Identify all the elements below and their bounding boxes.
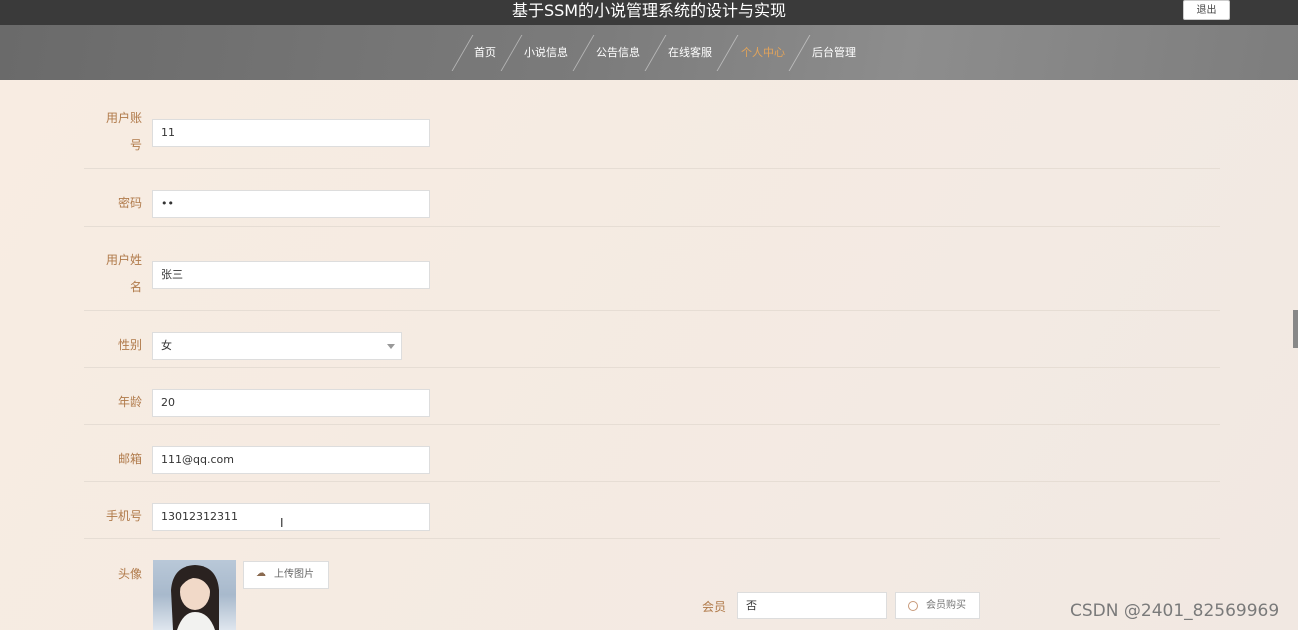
name-input[interactable]: 张三 — [152, 261, 430, 289]
form-row-account: 用户账 号 11 — [84, 100, 1220, 169]
nav-item-personal-center[interactable]: 个人中心 — [741, 25, 785, 80]
form-row-name: 用户姓 名 张三 — [84, 227, 1220, 311]
watermark: CSDN @2401_82569969 — [1070, 601, 1280, 621]
avatar-label: 头像 — [117, 567, 142, 581]
buy-vip-label: 会员购买 — [926, 600, 966, 611]
age-input[interactable]: 20 — [152, 389, 430, 417]
account-label-line2: 号 — [129, 138, 142, 152]
scrollbar-thumb[interactable] — [1293, 310, 1298, 348]
chevron-down-icon — [387, 344, 395, 349]
form-row-email: 邮箱 111@qq.com — [84, 425, 1220, 482]
top-bar: 基于SSM的小说管理系统的设计与实现 退出 — [0, 0, 1298, 25]
form-row-age: 年龄 20 — [84, 368, 1220, 425]
account-label: 用户账 号 — [84, 105, 142, 159]
vip-label: 会员 — [702, 600, 727, 614]
name-label-line1: 用户姓 — [105, 253, 142, 267]
gender-label: 性别 — [117, 338, 142, 352]
nav-item-novels[interactable]: 小说信息 — [524, 25, 568, 80]
phone-input[interactable]: 13012312311 — [152, 503, 430, 531]
nav-separator — [451, 35, 474, 71]
nav-item-announcements[interactable]: 公告信息 — [596, 25, 640, 80]
nav-separator — [572, 35, 595, 71]
nav-item-customer-service[interactable]: 在线客服 — [668, 25, 712, 80]
email-input[interactable]: 111@qq.com — [152, 446, 430, 474]
email-label: 邮箱 — [117, 452, 142, 466]
vip-status-input[interactable]: 否 — [737, 592, 887, 619]
account-label-line1: 用户账 — [105, 111, 142, 125]
vip-icon — [908, 601, 918, 611]
text-cursor-icon: I — [280, 516, 284, 530]
avatar-portrait — [171, 565, 219, 630]
upload-image-button[interactable]: ☁ 上传图片 — [243, 561, 329, 589]
phone-label: 手机号 — [105, 509, 142, 523]
logout-button[interactable]: 退出 — [1183, 0, 1230, 20]
avatar-image — [153, 560, 236, 630]
main-nav: 首页 小说信息 公告信息 在线客服 个人中心 后台管理 — [0, 25, 1298, 80]
nav-item-home[interactable]: 首页 — [474, 25, 496, 80]
password-input[interactable]: •• — [152, 190, 430, 218]
age-label: 年龄 — [117, 395, 142, 409]
nav-separator — [644, 35, 667, 71]
nav-separator — [500, 35, 523, 71]
buy-vip-button[interactable]: 会员购买 — [895, 592, 980, 619]
upload-image-label: 上传图片 — [274, 569, 314, 580]
name-label-line2: 名 — [129, 280, 142, 294]
account-input[interactable]: 11 — [152, 119, 430, 147]
gender-select-value: 女 — [161, 339, 172, 352]
gender-select[interactable]: 女 — [152, 332, 402, 360]
password-label: 密码 — [117, 196, 142, 210]
nav-item-admin[interactable]: 后台管理 — [812, 25, 856, 80]
name-label: 用户姓 名 — [84, 247, 142, 301]
cloud-upload-icon: ☁ — [256, 568, 266, 579]
form-row-password: 密码 •• — [84, 169, 1220, 227]
form-row-phone: 手机号 13012312311 — [84, 482, 1220, 539]
form-row-gender: 性别 女 — [84, 311, 1220, 368]
nav-separator — [788, 35, 811, 71]
site-title: 基于SSM的小说管理系统的设计与实现 — [511, 1, 787, 20]
nav-separator — [716, 35, 739, 71]
